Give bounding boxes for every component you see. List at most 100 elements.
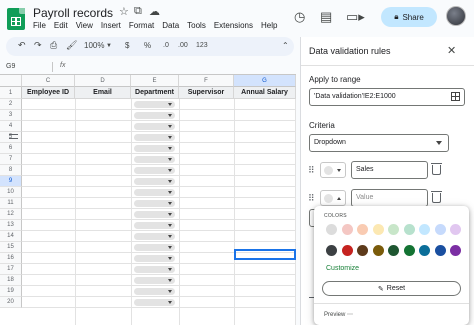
move-folder-icon[interactable]: ⧉ xyxy=(134,5,142,18)
department-dropdown-chip[interactable] xyxy=(134,101,175,108)
row-header-2[interactable]: 2 xyxy=(0,99,22,110)
number-format-button[interactable]: 123 xyxy=(196,42,208,49)
option-value-input-1[interactable]: Sales xyxy=(351,161,428,179)
cloud-status-icon[interactable]: ☁ xyxy=(149,5,160,18)
row-header-15[interactable]: 15 xyxy=(0,242,22,253)
percent-format-button[interactable]: % xyxy=(144,41,151,50)
menu-edit[interactable]: Edit xyxy=(54,21,68,30)
row-header-9[interactable]: 9 xyxy=(0,176,22,187)
option-color-picker-2[interactable] xyxy=(320,190,346,206)
decrease-decimal-button[interactable]: .0 xyxy=(163,42,169,49)
menu-help[interactable]: Help xyxy=(261,21,277,30)
row-header-10[interactable]: 10 xyxy=(0,187,22,198)
color-swatch[interactable] xyxy=(403,245,415,256)
department-dropdown-chip[interactable] xyxy=(134,167,175,174)
row-header-16[interactable]: 16 xyxy=(0,253,22,264)
color-swatch[interactable] xyxy=(357,224,368,235)
selected-cell-g9[interactable] xyxy=(234,249,296,260)
color-swatch[interactable] xyxy=(434,245,446,256)
column-header-f[interactable]: F xyxy=(179,75,234,87)
department-dropdown-chip[interactable] xyxy=(134,145,175,152)
increase-decimal-button[interactable]: .00 xyxy=(178,42,188,49)
department-dropdown-chip[interactable] xyxy=(134,112,175,119)
star-icon[interactable]: ☆ xyxy=(119,5,129,18)
delete-icon[interactable] xyxy=(431,191,442,203)
meet-icon[interactable]: ▭▸ xyxy=(346,9,365,25)
avatar[interactable] xyxy=(446,6,466,26)
row-header-14[interactable]: 14 xyxy=(0,231,22,242)
color-swatch[interactable] xyxy=(326,224,337,235)
row-header-1[interactable]: 1 xyxy=(0,87,22,99)
menu-tools[interactable]: Tools xyxy=(187,21,206,30)
department-dropdown-chip[interactable] xyxy=(134,211,175,218)
color-swatch[interactable] xyxy=(419,245,430,256)
row-header-18[interactable]: 18 xyxy=(0,275,22,286)
color-swatch[interactable] xyxy=(419,224,430,235)
row-header-20[interactable]: 20 xyxy=(0,297,22,308)
row-header-8[interactable]: 8 xyxy=(0,165,22,176)
color-swatch[interactable] xyxy=(403,224,415,235)
range-input[interactable]: 'Data validation'!E2:E1000 xyxy=(309,88,465,106)
share-button[interactable]: 🔒︎ Share xyxy=(381,7,437,27)
department-dropdown-chip[interactable] xyxy=(134,156,175,163)
header-cell-email[interactable]: Email xyxy=(75,87,131,99)
comments-icon[interactable]: ▤ xyxy=(320,9,332,25)
menu-format[interactable]: Format xyxy=(129,21,154,30)
color-swatch[interactable] xyxy=(450,224,461,235)
department-dropdown-chip[interactable] xyxy=(134,134,175,141)
criteria-select[interactable]: Dropdown xyxy=(309,134,449,152)
header-cell-employee-id[interactable]: Employee ID xyxy=(22,87,75,99)
menu-insert[interactable]: Insert xyxy=(101,21,121,30)
color-swatch[interactable] xyxy=(326,245,337,256)
toolbar-collapse-icon[interactable]: ⌃ xyxy=(282,41,289,50)
close-icon[interactable]: ✕ xyxy=(447,44,456,57)
color-swatch[interactable] xyxy=(341,224,353,235)
color-swatch[interactable] xyxy=(372,224,384,235)
row-header-13[interactable]: 13 xyxy=(0,220,22,231)
row-header-17[interactable]: 17 xyxy=(0,264,22,275)
department-dropdown-chip[interactable] xyxy=(134,299,175,306)
department-dropdown-chip[interactable] xyxy=(134,288,175,295)
header-cell-supervisor[interactable]: Supervisor xyxy=(179,87,234,99)
department-dropdown-chip[interactable] xyxy=(134,277,175,284)
color-swatch[interactable] xyxy=(434,224,446,235)
freeze-handle-icon[interactable] xyxy=(9,134,18,139)
currency-format-button[interactable]: $ xyxy=(125,41,129,50)
row-header-3[interactable]: 3 xyxy=(0,110,22,121)
color-swatch[interactable] xyxy=(388,224,399,235)
department-dropdown-chip[interactable] xyxy=(134,266,175,273)
department-dropdown-chip[interactable] xyxy=(134,200,175,207)
option-value-input-2[interactable]: Value xyxy=(351,189,428,207)
undo-icon[interactable]: ↶ xyxy=(18,40,26,51)
header-cell-annual-salary[interactable]: Annual Salary xyxy=(234,87,296,99)
spreadsheet-grid[interactable]: C D E F G Employee ID Email Department S… xyxy=(0,74,296,325)
color-swatch[interactable] xyxy=(450,245,461,256)
menu-extensions[interactable]: Extensions xyxy=(214,21,253,30)
document-title[interactable]: Payroll records xyxy=(33,6,113,20)
department-dropdown-chip[interactable] xyxy=(134,222,175,229)
customize-link[interactable]: Customize xyxy=(326,265,359,272)
row-header-19[interactable]: 19 xyxy=(0,286,22,297)
color-swatch[interactable] xyxy=(341,245,353,256)
color-swatch[interactable] xyxy=(388,245,399,256)
column-header-d[interactable]: D xyxy=(75,75,131,87)
option-color-picker-1[interactable] xyxy=(320,162,346,178)
name-box[interactable]: G9 xyxy=(0,60,50,74)
drag-handle-icon[interactable]: ⠿ xyxy=(308,165,314,176)
drag-handle-icon[interactable]: ⠿ xyxy=(308,193,314,204)
color-swatch[interactable] xyxy=(357,245,368,256)
department-dropdown-chip[interactable] xyxy=(134,255,175,262)
zoom-caret-icon[interactable]: ▼ xyxy=(106,43,112,49)
department-dropdown-chip[interactable] xyxy=(134,123,175,130)
print-icon[interactable]: ⎙ xyxy=(50,40,57,51)
menu-view[interactable]: View xyxy=(76,21,93,30)
history-icon[interactable]: ◷ xyxy=(294,9,305,25)
row-header-11[interactable]: 11 xyxy=(0,198,22,209)
redo-icon[interactable]: ↷ xyxy=(34,40,42,51)
column-header-g[interactable]: G xyxy=(234,75,296,87)
select-range-icon[interactable] xyxy=(451,92,460,101)
department-dropdown-chip[interactable] xyxy=(134,244,175,251)
sheets-logo[interactable] xyxy=(7,8,25,30)
department-dropdown-chip[interactable] xyxy=(134,233,175,240)
row-header-12[interactable]: 12 xyxy=(0,209,22,220)
